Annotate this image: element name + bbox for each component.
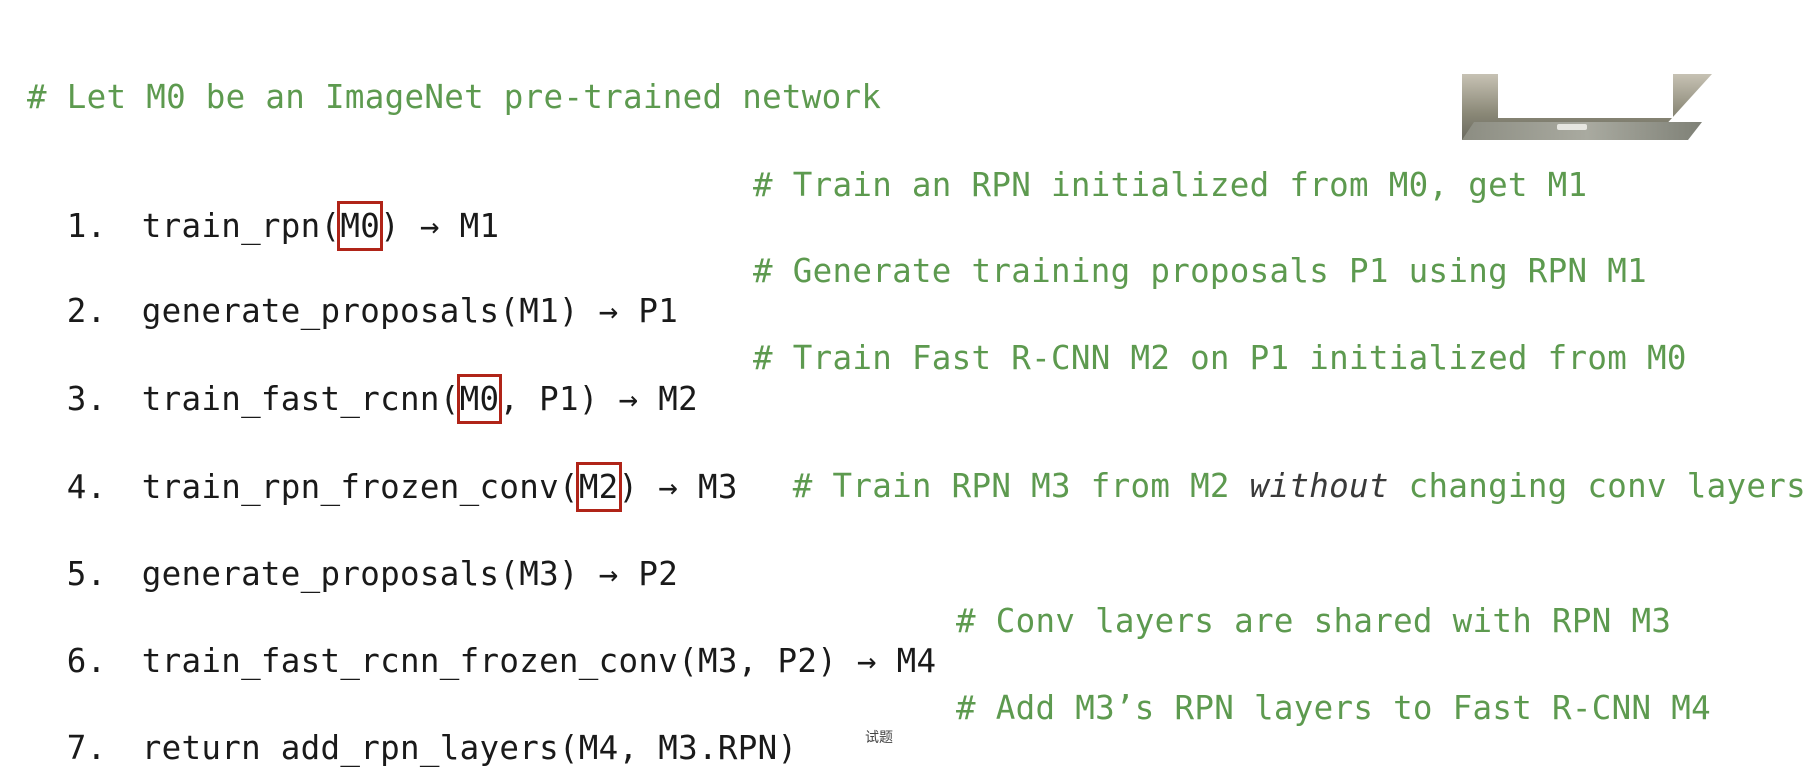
code-comment-2: # Generate training proposals P1 using R…	[753, 252, 1647, 290]
line-number: 1.	[66, 207, 107, 245]
header-comment: # Let M0 be an ImageNet pre-trained netw…	[27, 78, 882, 116]
code-text: ) → M3	[618, 468, 738, 506]
code-line-4: 4. train_rpn_frozen_conv(M2) → M3	[27, 426, 738, 512]
thumbnail-panel	[1498, 74, 1673, 118]
code-comment-1: # Train an RPN initialized from M0, get …	[753, 166, 1588, 204]
code-comment-4: # Train RPN M3 from M2 without changing …	[753, 426, 1806, 506]
code-line-1: 1. train_rpn(M0) → M1	[27, 165, 500, 251]
code-text: train_rpn_frozen_conv(	[141, 468, 579, 506]
comment-text: # Train RPN M3 from M2	[792, 467, 1250, 505]
thumbnail-road	[1462, 122, 1702, 140]
code-text: ) → M1	[380, 207, 500, 245]
code-text: , P1) → M2	[499, 380, 699, 418]
bottom-caption: 试题	[865, 730, 893, 746]
code-line-2: 2. generate_proposals(M1) → P1	[27, 251, 678, 331]
code-text: generate_proposals(M3) → P2	[141, 555, 679, 593]
code-comment-3: # Train Fast R-CNN M2 on P1 initialized …	[753, 339, 1687, 377]
code-line-7: 7. return add_rpn_layers(M4, M3.RPN)	[27, 688, 797, 768]
line-number: 7.	[66, 729, 107, 767]
code-text: generate_proposals(M1) → P1	[141, 292, 679, 330]
code-line-6: 6. train_fast_rcnn_frozen_conv(M3, P2) → …	[27, 601, 936, 681]
code-text: train_rpn(	[141, 207, 341, 245]
line-number: 4.	[66, 468, 107, 506]
line-number: 6.	[66, 642, 107, 680]
code-line-3: 3. train_fast_rcnn(M0, P1) → M2	[27, 338, 699, 424]
line-number: 5.	[66, 555, 107, 593]
comment-text: changing conv layers	[1388, 467, 1806, 505]
code-text: train_fast_rcnn(	[141, 380, 460, 418]
code-comment-7: # Add M3’s RPN layers to Fast R-CNN M4	[956, 689, 1711, 727]
code-text: train_fast_rcnn_frozen_conv(M3, P2) → M4	[141, 642, 937, 680]
code-text: return add_rpn_layers(M4, M3.RPN)	[141, 729, 798, 767]
comment-emphasis: without	[1249, 467, 1389, 505]
thumbnail-image	[1462, 74, 1712, 140]
highlight-box: M0	[456, 374, 503, 424]
thumbnail-mark	[1557, 124, 1587, 130]
code-comment-6: # Conv layers are shared with RPN M3	[956, 602, 1672, 640]
line-number: 2.	[66, 292, 107, 330]
line-number: 3.	[66, 380, 107, 418]
highlight-box: M0	[337, 201, 384, 251]
code-line-5: 5. generate_proposals(M3) → P2	[27, 514, 678, 594]
highlight-box: M2	[575, 462, 622, 512]
